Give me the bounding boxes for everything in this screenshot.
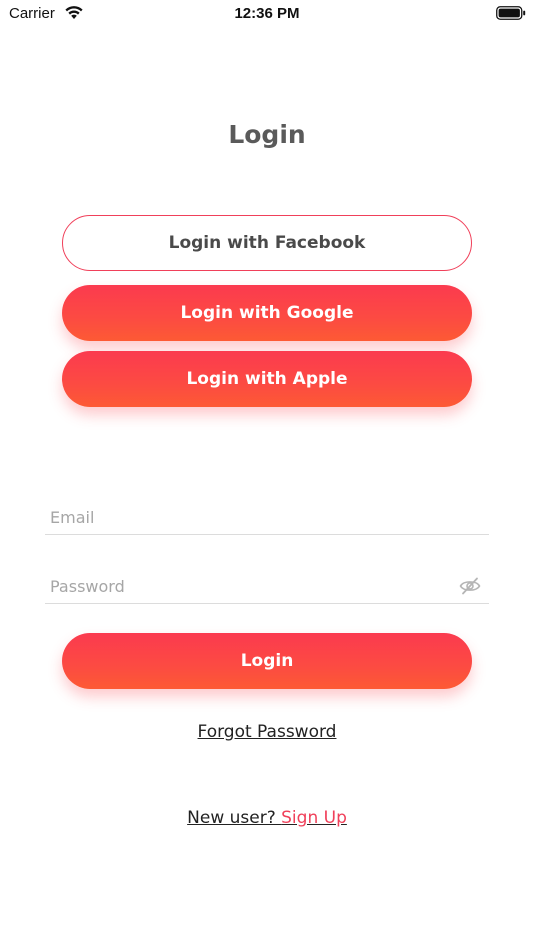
email-input[interactable] xyxy=(50,503,450,531)
eye-slash-icon[interactable] xyxy=(459,576,481,596)
password-field xyxy=(45,564,489,604)
battery-icon xyxy=(496,6,526,20)
status-bar: Carrier 12:36 PM xyxy=(0,0,534,28)
new-user-prompt: New user? xyxy=(187,808,282,828)
clock: 12:36 PM xyxy=(234,5,300,22)
apple-button-label: Login with Apple xyxy=(186,369,348,389)
email-field xyxy=(45,495,489,535)
login-button[interactable]: Login xyxy=(62,633,472,689)
facebook-button-label: Login with Facebook xyxy=(168,233,366,253)
login-with-apple-button[interactable]: Login with Apple xyxy=(62,351,472,407)
signup-row: New user? Sign Up xyxy=(0,808,534,828)
google-button-label: Login with Google xyxy=(180,303,354,323)
login-with-google-button[interactable]: Login with Google xyxy=(62,285,472,341)
password-input[interactable] xyxy=(50,572,450,600)
forgot-password-row: Forgot Password xyxy=(0,722,534,742)
login-with-facebook-button[interactable]: Login with Facebook xyxy=(62,215,472,271)
forgot-password-link[interactable]: Forgot Password xyxy=(198,722,337,742)
page-title: Login xyxy=(228,120,306,149)
login-button-label: Login xyxy=(240,651,294,671)
sign-up-link[interactable]: Sign Up xyxy=(281,808,347,828)
